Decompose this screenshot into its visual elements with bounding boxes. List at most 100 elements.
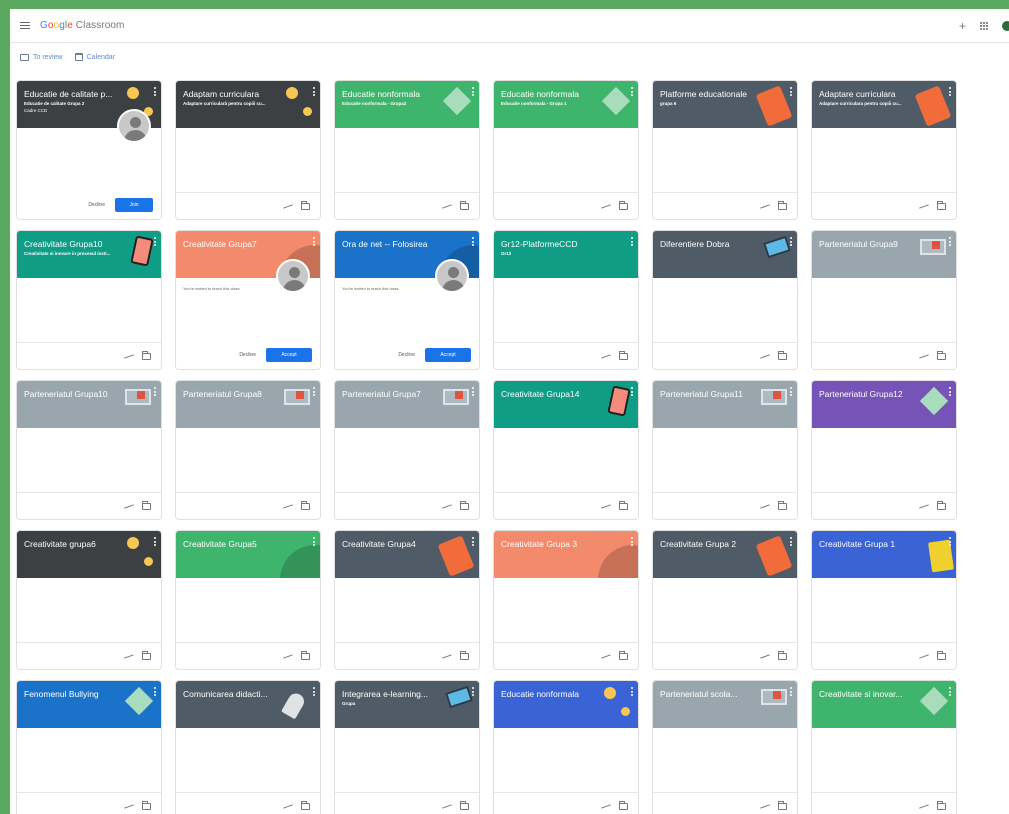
class-card-header[interactable]: Educatie nonformala Educatie nonformala -… [494,81,638,128]
class-title[interactable]: Parteneriatul Grupa11 [660,389,772,399]
more-options-icon[interactable] [472,387,474,396]
class-card[interactable]: Creativitate Grupa14 [493,380,639,520]
more-options-icon[interactable] [313,237,315,246]
class-card[interactable]: Creativitate si inovar... [811,680,957,814]
class-card-header[interactable]: Platforme educationale grupa 6 [653,81,797,128]
gradebook-trend-icon[interactable] [919,503,929,509]
add-class-icon[interactable]: + [959,20,966,32]
more-options-icon[interactable] [631,537,633,546]
gradebook-trend-icon[interactable] [283,203,293,209]
more-options-icon[interactable] [790,687,792,696]
folder-icon[interactable] [460,800,469,810]
folder-icon[interactable] [301,650,310,660]
accept-button[interactable]: Accept [425,348,471,362]
class-title[interactable]: Adaptare curriculara [819,89,931,99]
folder-icon[interactable] [619,350,628,360]
calendar-link[interactable]: Calendar [74,53,115,61]
class-card-header[interactable]: Parteneriatul scola... [653,681,797,728]
more-options-icon[interactable] [790,237,792,246]
folder-icon[interactable] [142,350,151,360]
gradebook-trend-icon[interactable] [283,803,293,809]
class-title[interactable]: Platforme educationale [660,89,772,99]
class-title[interactable]: Educatie de calitate p... [24,89,136,99]
class-title[interactable]: Educatie nonformala [342,89,454,99]
more-options-icon[interactable] [154,87,156,96]
class-card[interactable]: Adaptam curriculara Adaptare curriculară … [175,80,321,220]
class-card[interactable]: Ora de net -- Folosirea You're invited to… [334,230,480,370]
gradebook-trend-icon[interactable] [442,653,452,659]
more-options-icon[interactable] [313,87,315,96]
more-options-icon[interactable] [154,687,156,696]
more-options-icon[interactable] [631,687,633,696]
class-title[interactable]: Creativitate Grupa 3 [501,539,613,549]
folder-icon[interactable] [778,200,787,210]
class-title[interactable]: Parteneriatul Grupa12 [819,389,931,399]
gradebook-trend-icon[interactable] [124,503,134,509]
class-title[interactable]: Creativitate grupa6 [24,539,136,549]
class-title[interactable]: Parteneriatul Grupa10 [24,389,136,399]
folder-icon[interactable] [142,500,151,510]
more-options-icon[interactable] [949,87,951,96]
class-title[interactable]: Parteneriatul Grupa7 [342,389,454,399]
class-card-header[interactable]: Educatie nonformala Educatie nonformala -… [335,81,479,128]
gradebook-trend-icon[interactable] [760,803,770,809]
class-title[interactable]: Diferentiere Dobra [660,239,772,249]
class-card-header[interactable]: Parteneriatul Grupa9 [812,231,956,278]
class-title[interactable]: Educatie nonformala [501,89,613,99]
class-card-header[interactable]: Parteneriatul Grupa8 [176,381,320,428]
class-card[interactable]: Parteneriatul Grupa10 [16,380,162,520]
more-options-icon[interactable] [154,237,156,246]
class-card[interactable]: Diferentiere Dobra [652,230,798,370]
class-title[interactable]: Educatie nonformala [501,689,613,699]
class-card[interactable]: Integrarea e-learning... Grupa [334,680,480,814]
class-card[interactable]: Creativitate Grupa 2 [652,530,798,670]
class-card[interactable]: Parteneriatul Grupa7 [334,380,480,520]
class-card-header[interactable]: Parteneriatul Grupa12 [812,381,956,428]
folder-icon[interactable] [460,500,469,510]
class-card-header[interactable]: Educatie nonformala [494,681,638,728]
class-card[interactable]: Educatie nonformala [493,680,639,814]
class-card[interactable]: Fenomenul Bullying [16,680,162,814]
more-options-icon[interactable] [631,87,633,96]
to-review-link[interactable]: To review [20,53,63,61]
folder-icon[interactable] [937,800,946,810]
class-title[interactable]: Creativitate si inovar... [819,689,931,699]
account-avatar[interactable] [1002,21,1009,31]
more-options-icon[interactable] [472,87,474,96]
more-options-icon[interactable] [631,387,633,396]
class-title[interactable]: Creativitate Grupa14 [501,389,613,399]
accept-button[interactable]: Accept [266,348,312,362]
class-card[interactable]: Creativitate Grupa 3 [493,530,639,670]
class-card-header[interactable]: Creativitate Grupa 2 [653,531,797,578]
class-card-header[interactable]: Comunicarea didacti... [176,681,320,728]
class-card-header[interactable]: Diferentiere Dobra [653,231,797,278]
folder-icon[interactable] [301,200,310,210]
class-card-header[interactable]: Creativitate grupa6 [17,531,161,578]
gradebook-trend-icon[interactable] [601,803,611,809]
more-options-icon[interactable] [313,387,315,396]
class-card[interactable]: Creativitate Grupa 1 [811,530,957,670]
folder-icon[interactable] [460,200,469,210]
gradebook-trend-icon[interactable] [760,503,770,509]
class-card-header[interactable]: Adaptare curriculara Adaptare curriculara… [812,81,956,128]
gradebook-trend-icon[interactable] [919,353,929,359]
class-card[interactable]: Adaptare curriculara Adaptare curriculara… [811,80,957,220]
gradebook-trend-icon[interactable] [124,653,134,659]
gradebook-trend-icon[interactable] [124,353,134,359]
class-card-header[interactable]: Adaptam curriculara Adaptare curriculară … [176,81,320,128]
class-card-header[interactable]: Creativitate Grupa14 [494,381,638,428]
decline-button[interactable]: Decline [398,352,415,358]
more-options-icon[interactable] [472,687,474,696]
gradebook-trend-icon[interactable] [760,353,770,359]
class-title[interactable]: Comunicarea didacti... [183,689,295,699]
class-card[interactable]: Parteneriatul scola... [652,680,798,814]
gradebook-trend-icon[interactable] [124,803,134,809]
more-options-icon[interactable] [472,237,474,246]
folder-icon[interactable] [778,650,787,660]
class-card-header[interactable]: Creativitate Grupa10 Creativitate si inov… [17,231,161,278]
class-card[interactable]: Platforme educationale grupa 6 [652,80,798,220]
app-logo[interactable]: Google Classroom [40,20,125,31]
gradebook-trend-icon[interactable] [442,203,452,209]
join-button[interactable]: Join [115,198,153,212]
gradebook-trend-icon[interactable] [601,503,611,509]
